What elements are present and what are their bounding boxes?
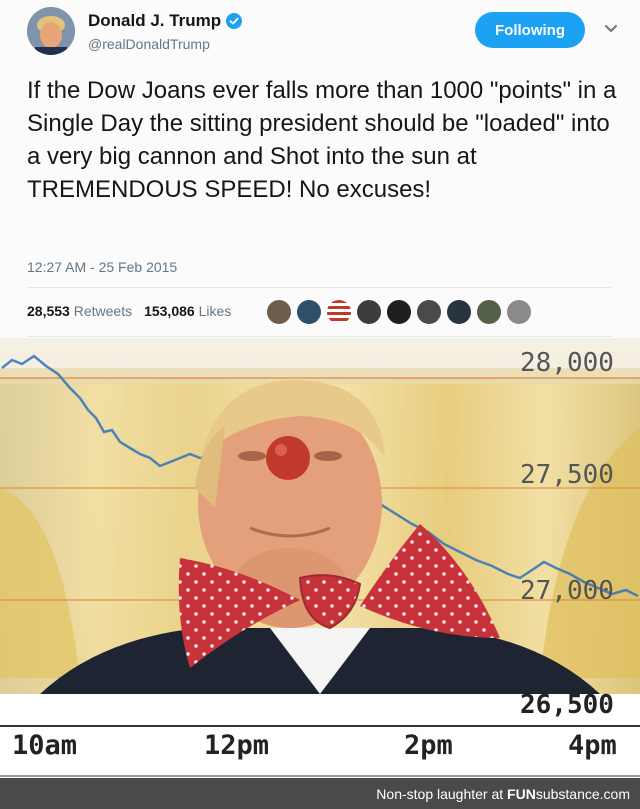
liker-avatars bbox=[266, 299, 536, 325]
price-label: 28,000 bbox=[520, 348, 614, 378]
time-label: 4pm bbox=[568, 730, 617, 761]
liker-avatar[interactable] bbox=[416, 299, 442, 325]
watermark-footer: Non-stop laughter at FUNsubstance.com bbox=[0, 778, 640, 809]
watermark-text: Non-stop laughter at FUNsubstance.com bbox=[376, 786, 630, 802]
price-label: 27,000 bbox=[520, 576, 614, 606]
display-name[interactable]: Donald J. Trump bbox=[88, 11, 221, 31]
brand-rest: substance.com bbox=[535, 786, 630, 802]
time-label: 10am bbox=[12, 730, 78, 761]
footer-prefix: Non-stop laughter at bbox=[376, 786, 504, 802]
retweets-count: 28,553 bbox=[27, 303, 70, 319]
meme-image: 28,000 27,500 27,000 26,500 10am 12pm 2p… bbox=[0, 338, 640, 778]
tweet-card: Donald J. Trump @realDonaldTrump Followi… bbox=[0, 0, 640, 338]
liker-avatar[interactable] bbox=[356, 299, 382, 325]
divider bbox=[27, 287, 612, 288]
liker-avatar[interactable] bbox=[386, 299, 412, 325]
liker-avatar[interactable] bbox=[326, 299, 352, 325]
liker-avatar[interactable] bbox=[506, 299, 532, 325]
liker-avatar[interactable] bbox=[446, 299, 472, 325]
verified-badge-icon bbox=[226, 13, 243, 29]
brand-fun: FUN bbox=[507, 786, 536, 802]
engagement-stats: 28,553 Retweets 153,086 Likes bbox=[27, 303, 231, 319]
time-label: 12pm bbox=[204, 730, 270, 761]
likes-count: 153,086 bbox=[144, 303, 195, 319]
profile-avatar[interactable] bbox=[27, 7, 75, 55]
tweet-text: If the Dow Joans ever falls more than 10… bbox=[27, 77, 617, 203]
liker-avatar[interactable] bbox=[296, 299, 322, 325]
price-label: 26,500 bbox=[520, 690, 614, 720]
retweets-label: Retweets bbox=[73, 303, 133, 319]
following-button[interactable]: Following bbox=[475, 12, 585, 48]
likes-stat[interactable]: 153,086 Likes bbox=[144, 303, 231, 319]
liker-avatar[interactable] bbox=[266, 299, 292, 325]
liker-avatar[interactable] bbox=[476, 299, 502, 325]
time-label: 2pm bbox=[404, 730, 453, 761]
likes-label: Likes bbox=[198, 303, 232, 319]
tweet-timestamp[interactable]: 12:27 AM - 25 Feb 2015 bbox=[27, 259, 177, 275]
chevron-down-icon[interactable] bbox=[604, 24, 618, 34]
divider bbox=[27, 336, 612, 337]
retweets-stat[interactable]: 28,553 Retweets bbox=[27, 303, 132, 319]
user-handle[interactable]: @realDonaldTrump bbox=[88, 36, 210, 52]
price-label: 27,500 bbox=[520, 460, 614, 490]
